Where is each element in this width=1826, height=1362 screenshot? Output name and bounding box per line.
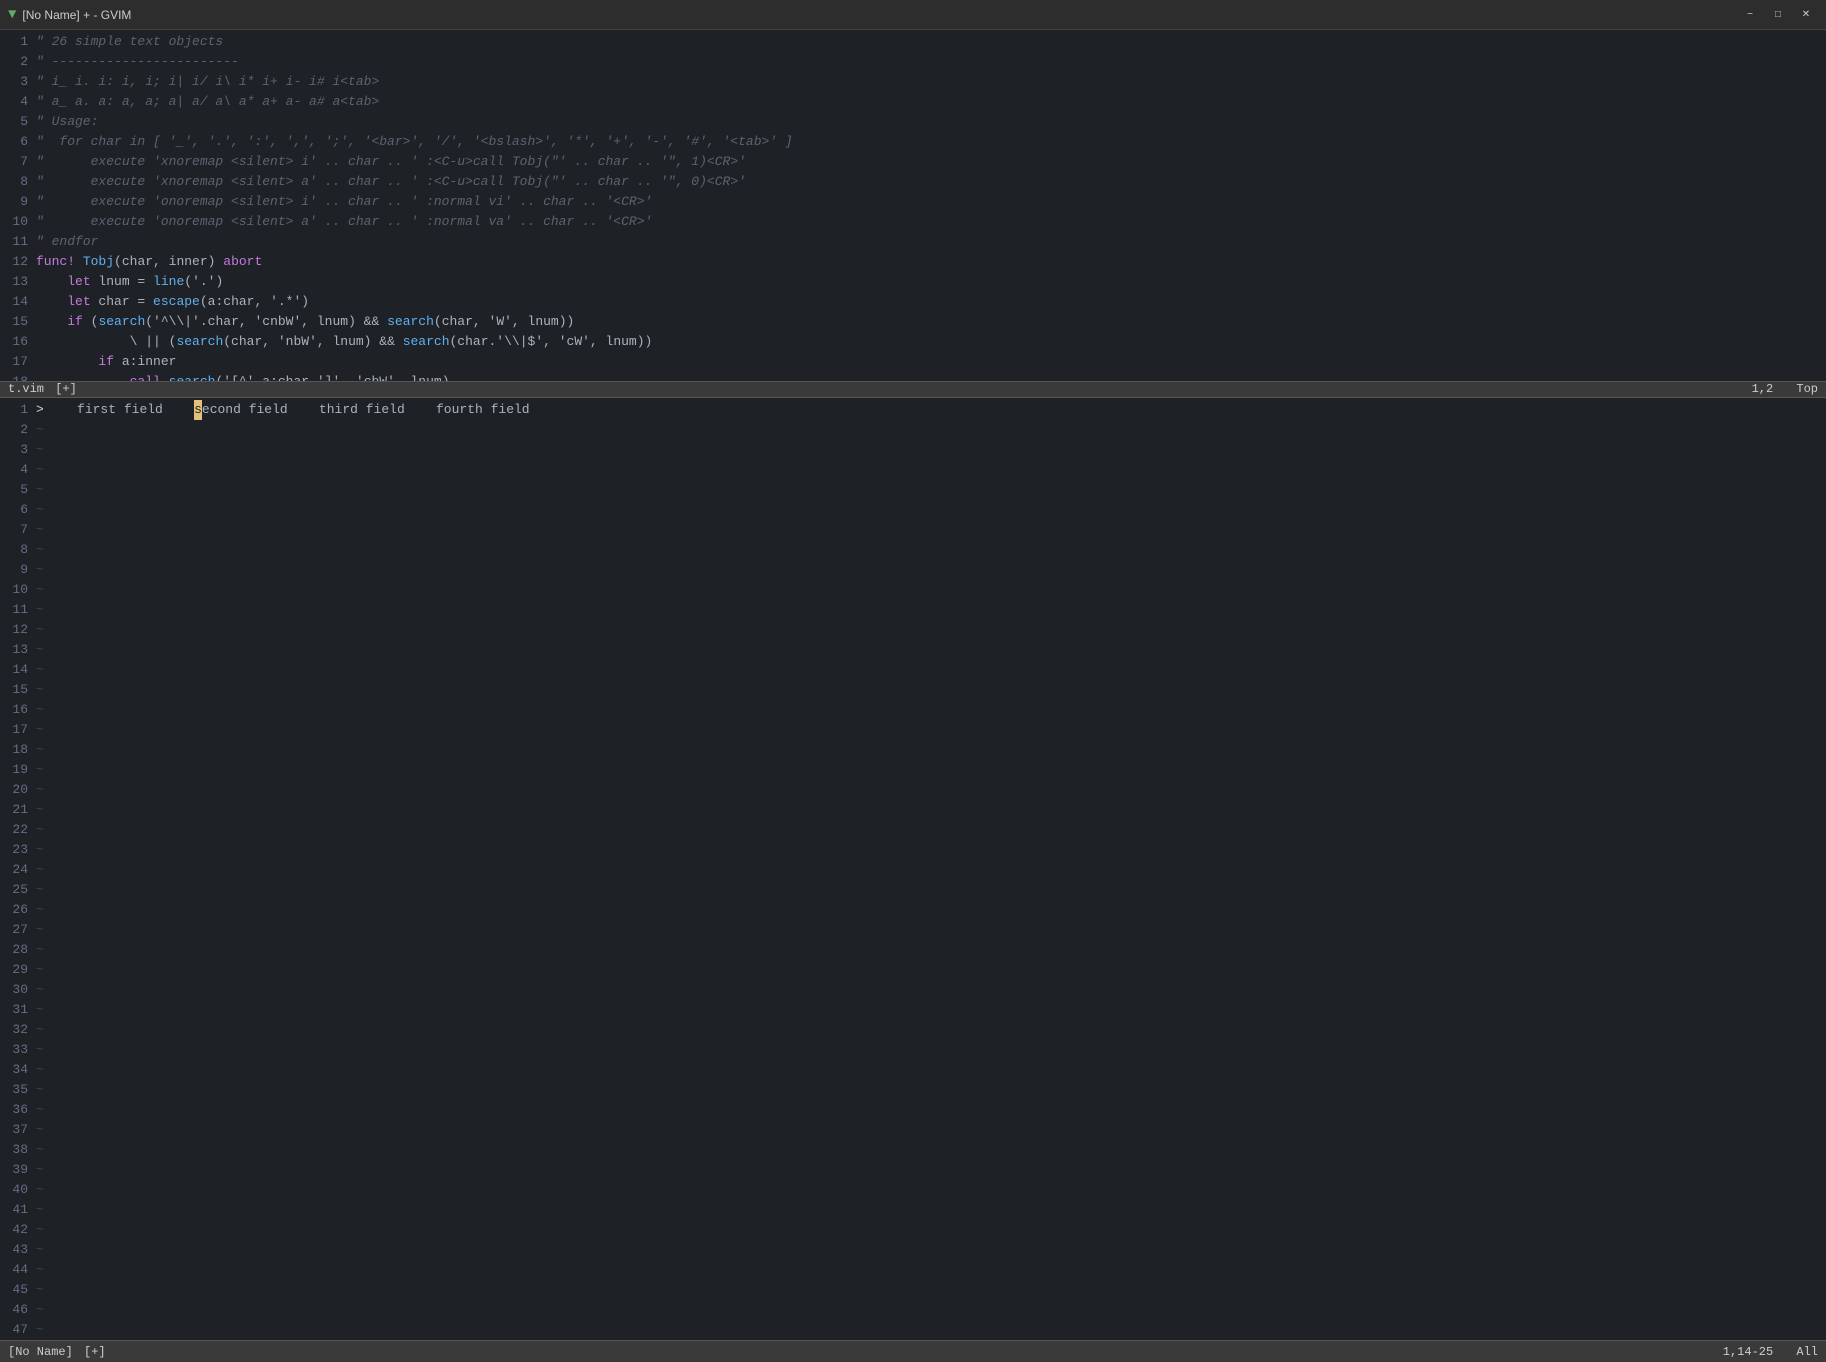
tilde-24: 24~ bbox=[0, 860, 1826, 880]
second-field-rest: econd field bbox=[202, 400, 288, 420]
tilde-18: 18~ bbox=[0, 740, 1826, 760]
tilde-28: 28~ bbox=[0, 940, 1826, 960]
code-line-15: 15 if (search('^\\|'.char, 'cnbW', lnum)… bbox=[0, 312, 1826, 332]
status-bar-top: t.vim [+] 1,2 Top bbox=[0, 381, 1826, 398]
tilde-46: 46~ bbox=[0, 1300, 1826, 1320]
tilde-47: 47~ bbox=[0, 1320, 1826, 1340]
tilde-16: 16~ bbox=[0, 700, 1826, 720]
tilde-26: 26~ bbox=[0, 900, 1826, 920]
maximize-button[interactable]: □ bbox=[1766, 5, 1790, 25]
editor-container: 1 " 26 simple text objects 2 " ---------… bbox=[0, 30, 1826, 1362]
tilde-10: 10~ bbox=[0, 580, 1826, 600]
tilde-9: 9~ bbox=[0, 560, 1826, 580]
code-line-5: 5 " Usage: bbox=[0, 112, 1826, 132]
tilde-17: 17~ bbox=[0, 720, 1826, 740]
code-line-17: 17 if a:inner bbox=[0, 352, 1826, 372]
tilde-27: 27~ bbox=[0, 920, 1826, 940]
tilde-4: 4~ bbox=[0, 460, 1826, 480]
code-line-13: 13 let lnum = line('.') bbox=[0, 272, 1826, 292]
tilde-8: 8~ bbox=[0, 540, 1826, 560]
tilde-5: 5~ bbox=[0, 480, 1826, 500]
tilde-45: 45~ bbox=[0, 1280, 1826, 1300]
tilde-43: 43~ bbox=[0, 1240, 1826, 1260]
minimize-button[interactable]: − bbox=[1738, 5, 1762, 25]
tilde-13: 13~ bbox=[0, 640, 1826, 660]
tilde-15: 15~ bbox=[0, 680, 1826, 700]
tilde-7: 7~ bbox=[0, 520, 1826, 540]
code-line-14: 14 let char = escape(a:char, '.*') bbox=[0, 292, 1826, 312]
tilde-36: 36~ bbox=[0, 1100, 1826, 1120]
tilde-23: 23~ bbox=[0, 840, 1826, 860]
tilde-6: 6~ bbox=[0, 500, 1826, 520]
top-filename: t.vim bbox=[8, 382, 44, 396]
tilde-37: 37~ bbox=[0, 1120, 1826, 1140]
tilde-40: 40~ bbox=[0, 1180, 1826, 1200]
bottom-code-pane[interactable]: 1 > first field second field third field… bbox=[0, 398, 1826, 1362]
tilde-21: 21~ bbox=[0, 800, 1826, 820]
tilde-33: 33~ bbox=[0, 1040, 1826, 1060]
code-line-11: 11 " endfor bbox=[0, 232, 1826, 252]
tilde-20: 20~ bbox=[0, 780, 1826, 800]
tilde-35: 35~ bbox=[0, 1080, 1826, 1100]
code-line-18: 18 call search('[^'.a:char.']', 'cbW', l… bbox=[0, 372, 1826, 381]
tilde-11: 11~ bbox=[0, 600, 1826, 620]
tilde-3: 3~ bbox=[0, 440, 1826, 460]
title-text: [No Name] + - GVIM bbox=[22, 8, 131, 22]
code-line-8: 8 " execute 'xnoremap <silent> a' .. cha… bbox=[0, 172, 1826, 192]
tilde-12: 12~ bbox=[0, 620, 1826, 640]
tilde-14: 14~ bbox=[0, 660, 1826, 680]
tilde-19: 19~ bbox=[0, 760, 1826, 780]
code-line-7: 7 " execute 'xnoremap <silent> i' .. cha… bbox=[0, 152, 1826, 172]
tilde-34: 34~ bbox=[0, 1060, 1826, 1080]
tilde-29: 29~ bbox=[0, 960, 1826, 980]
bottom-position: 1,14-25 bbox=[1723, 1345, 1773, 1359]
top-position: 1,2 bbox=[1752, 382, 1774, 396]
window-controls: − □ ✕ bbox=[1738, 5, 1818, 25]
tilde-25: 25~ bbox=[0, 880, 1826, 900]
code-line-6: 6 " for char in [ '_', '.', ':', ',', ';… bbox=[0, 132, 1826, 152]
tilde-38: 38~ bbox=[0, 1140, 1826, 1160]
bottom-content: 1 > first field second field third field… bbox=[0, 398, 1826, 1362]
code-line-9: 9 " execute 'onoremap <silent> i' .. cha… bbox=[0, 192, 1826, 212]
tilde-44: 44~ bbox=[0, 1260, 1826, 1280]
fourth-field: fourth field bbox=[436, 400, 530, 420]
tilde-41: 41~ bbox=[0, 1200, 1826, 1220]
bottom-scroll: All bbox=[1796, 1345, 1818, 1359]
third-field: third field bbox=[319, 400, 405, 420]
code-line-4: 4 " a_ a. a: a, a; a| a/ a\ a* a+ a- a# … bbox=[0, 92, 1826, 112]
tilde-22: 22~ bbox=[0, 820, 1826, 840]
first-field: first field bbox=[77, 400, 163, 420]
bottom-filename: [No Name] bbox=[8, 1345, 73, 1359]
code-line-2: 2 " ------------------------ bbox=[0, 52, 1826, 72]
code-line-1: 1 " 26 simple text objects bbox=[0, 32, 1826, 52]
tilde-32: 32~ bbox=[0, 1020, 1826, 1040]
close-button[interactable]: ✕ bbox=[1794, 5, 1818, 25]
top-modified: [+] bbox=[55, 382, 77, 396]
code-line-10: 10 " execute 'onoremap <silent> a' .. ch… bbox=[0, 212, 1826, 232]
tilde-31: 31~ bbox=[0, 1000, 1826, 1020]
bottom-modified: [+] bbox=[84, 1345, 106, 1359]
code-line-16: 16 \ || (search(char, 'nbW', lnum) && se… bbox=[0, 332, 1826, 352]
code-line-3: 3 " i_ i. i: i, i; i| i/ i\ i* i+ i- i# … bbox=[0, 72, 1826, 92]
titlebar: ▼ [No Name] + - GVIM − □ ✕ bbox=[0, 0, 1826, 30]
status-bar-bottom: [No Name] [+] 1,14-25 All bbox=[0, 1340, 1826, 1362]
top-code-pane[interactable]: 1 " 26 simple text objects 2 " ---------… bbox=[0, 30, 1826, 381]
code-line-12: 12 func! Tobj(char, inner) abort bbox=[0, 252, 1826, 272]
tilde-2: 2~ bbox=[0, 420, 1826, 440]
bottom-line-1: 1 > first field second field third field… bbox=[0, 400, 1826, 420]
cursor-char: s bbox=[194, 400, 202, 420]
tilde-42: 42~ bbox=[0, 1220, 1826, 1240]
tilde-39: 39~ bbox=[0, 1160, 1826, 1180]
code-area-top: 1 " 26 simple text objects 2 " ---------… bbox=[0, 30, 1826, 381]
app-icon: ▼ bbox=[8, 7, 16, 23]
tilde-30: 30~ bbox=[0, 980, 1826, 1000]
top-scroll: Top bbox=[1796, 382, 1818, 396]
